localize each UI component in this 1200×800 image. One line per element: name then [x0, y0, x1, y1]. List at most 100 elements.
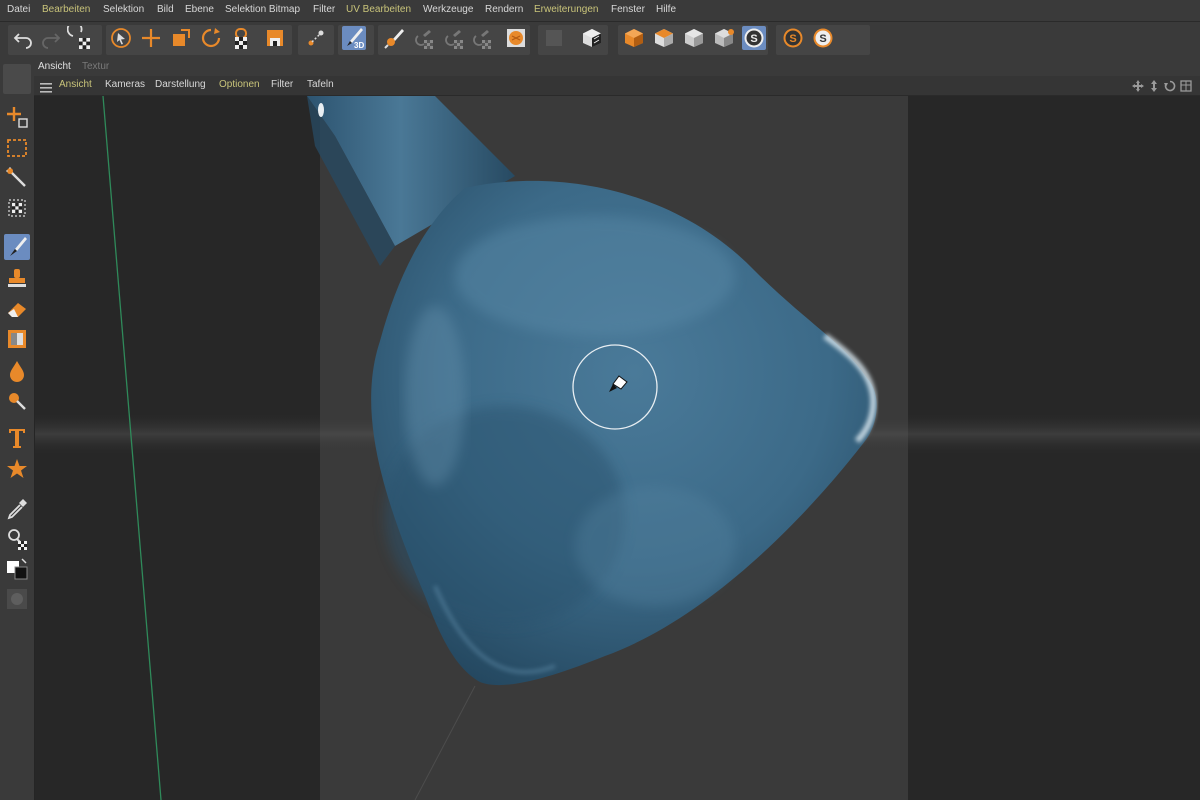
svg-text:S: S [819, 33, 826, 45]
view-menu-optionen[interactable]: Optionen [219, 79, 260, 90]
eyedropper-tool[interactable] [4, 496, 30, 522]
cube-wire-icon [715, 29, 734, 47]
zoom-checker-tool[interactable] [4, 526, 30, 552]
material-sphere-button[interactable] [504, 26, 528, 50]
menu-item-datei[interactable]: Datei [7, 4, 30, 15]
maximize-view-icon[interactable] [1180, 79, 1192, 92]
cube-wire-button[interactable] [712, 26, 736, 50]
paint-3d-icon: 3D [347, 28, 364, 50]
move-icon [142, 29, 160, 47]
text-tool[interactable] [4, 425, 30, 451]
redo-button[interactable] [39, 26, 63, 50]
fill-drop-icon [10, 361, 24, 382]
pan-icon[interactable] [1132, 79, 1144, 92]
svg-text:S: S [789, 33, 796, 45]
brush-tool[interactable] [4, 234, 30, 260]
texture-view-button[interactable] [263, 26, 287, 50]
checker-cube-button[interactable] [580, 26, 604, 50]
paint-setup-wizard-icon [384, 29, 404, 49]
menu-item-selektion-bitmap[interactable]: Selektion Bitmap [225, 4, 300, 15]
menu-item-uv-bearbeiten[interactable]: UV Bearbeiten [346, 4, 411, 15]
menu-item-werkzeuge[interactable]: Werkzeuge [423, 4, 473, 15]
scale-button[interactable] [169, 26, 193, 50]
eraser-tool[interactable] [4, 296, 30, 322]
cube-edge-icon [655, 29, 673, 47]
svg-text:3D: 3D [354, 41, 364, 50]
smudge-tool[interactable] [4, 388, 30, 414]
cube-gray-icon [685, 29, 703, 47]
orbit-icon[interactable] [1164, 79, 1176, 92]
checker-cube-icon [583, 29, 601, 47]
s-white-button[interactable]: S [811, 26, 835, 50]
rect-select-icon [7, 139, 27, 157]
disabled-circle-tool[interactable] [4, 586, 30, 612]
rotate-icon [201, 28, 221, 48]
tab-ansicht[interactable]: Ansicht [38, 61, 71, 72]
menu-item-filter[interactable]: Filter [313, 4, 335, 15]
cube-orange-icon [625, 29, 643, 47]
cube-orange-button[interactable] [622, 26, 646, 50]
hamburger-icon[interactable] [40, 80, 52, 93]
palette-handle[interactable] [3, 64, 31, 94]
bodypaint-connect-button[interactable] [304, 26, 328, 50]
paint-layer-button[interactable] [440, 26, 464, 50]
dolly-icon[interactable] [1148, 79, 1160, 92]
project-paint-button[interactable] [410, 26, 434, 50]
fill-drop-tool[interactable] [4, 358, 30, 384]
view-menu-tafeln[interactable]: Tafeln [307, 79, 334, 90]
uv-checker-button[interactable] [67, 26, 91, 50]
text-icon [9, 429, 25, 448]
menu-item-selektion[interactable]: Selektion [103, 4, 144, 15]
menu-item-hilfe[interactable]: Hilfe [656, 4, 676, 15]
view-menu-kameras[interactable]: Kameras [105, 79, 145, 90]
transform-tool[interactable] [4, 104, 30, 130]
s-orange-button[interactable]: S [781, 26, 805, 50]
viewport-menu: Ansicht Kameras Darstellung Optionen Filter T… [34, 76, 1200, 96]
star-shape-icon [7, 459, 27, 478]
cube-gray-button[interactable] [682, 26, 706, 50]
clone-stamp-tool[interactable] [4, 266, 30, 292]
paint-setup-wizard-button[interactable] [382, 26, 406, 50]
tab-textur[interactable]: Textur [82, 61, 109, 72]
cube-edge-button[interactable] [652, 26, 676, 50]
view-menu-filter[interactable]: Filter [271, 79, 293, 90]
rect-select-tool[interactable] [4, 135, 30, 161]
view-menu-darstellung[interactable]: Darstellung [155, 79, 206, 90]
menu-item-fenster[interactable]: Fenster [611, 4, 645, 15]
eyedropper-icon [7, 499, 27, 520]
move-button[interactable] [139, 26, 163, 50]
eraser-icon [8, 303, 26, 317]
gradient-tool[interactable] [4, 326, 30, 352]
viewport-3d[interactable] [35, 96, 1200, 800]
neck-highlight [318, 103, 324, 117]
magic-wand-icon [6, 167, 26, 187]
lock-checker-button[interactable] [229, 26, 253, 50]
color-swatch-tool[interactable] [4, 556, 30, 582]
poly-select-tool[interactable] [4, 195, 30, 221]
viewport-canvas [35, 96, 1200, 800]
menu-item-ebene[interactable]: Ebene [185, 4, 214, 15]
menu-item-erweiterungen[interactable]: Erweiterungen [534, 4, 598, 15]
zoom-checker-icon [8, 529, 27, 550]
s-gray-icon: S [744, 28, 764, 48]
star-shape-tool[interactable] [4, 456, 30, 482]
s-orange-icon: S [783, 28, 803, 48]
project-paint-icon [415, 30, 433, 49]
s-gray-button[interactable]: S [742, 26, 766, 50]
live-select-button[interactable] [109, 26, 133, 50]
lock-checker-icon [235, 28, 247, 49]
smudge-icon [9, 393, 26, 410]
undo-button[interactable] [11, 26, 35, 50]
disabled-tool-button[interactable] [542, 26, 566, 50]
paint-3d-button[interactable]: 3D [342, 26, 366, 50]
magic-wand-tool[interactable] [4, 165, 30, 191]
main-toolbar: 3D S S S [0, 22, 1200, 59]
view-menu-ansicht[interactable]: Ansicht [59, 79, 92, 90]
paint-mask-button[interactable] [468, 26, 492, 50]
menu-item-bild[interactable]: Bild [157, 4, 174, 15]
menu-item-rendern[interactable]: Rendern [485, 4, 523, 15]
rotate-button[interactable] [199, 26, 223, 50]
clone-stamp-icon [8, 269, 26, 287]
menu-item-bearbeiten[interactable]: Bearbeiten [42, 4, 90, 15]
viewport-tabs: Ansicht Textur [34, 58, 1200, 76]
